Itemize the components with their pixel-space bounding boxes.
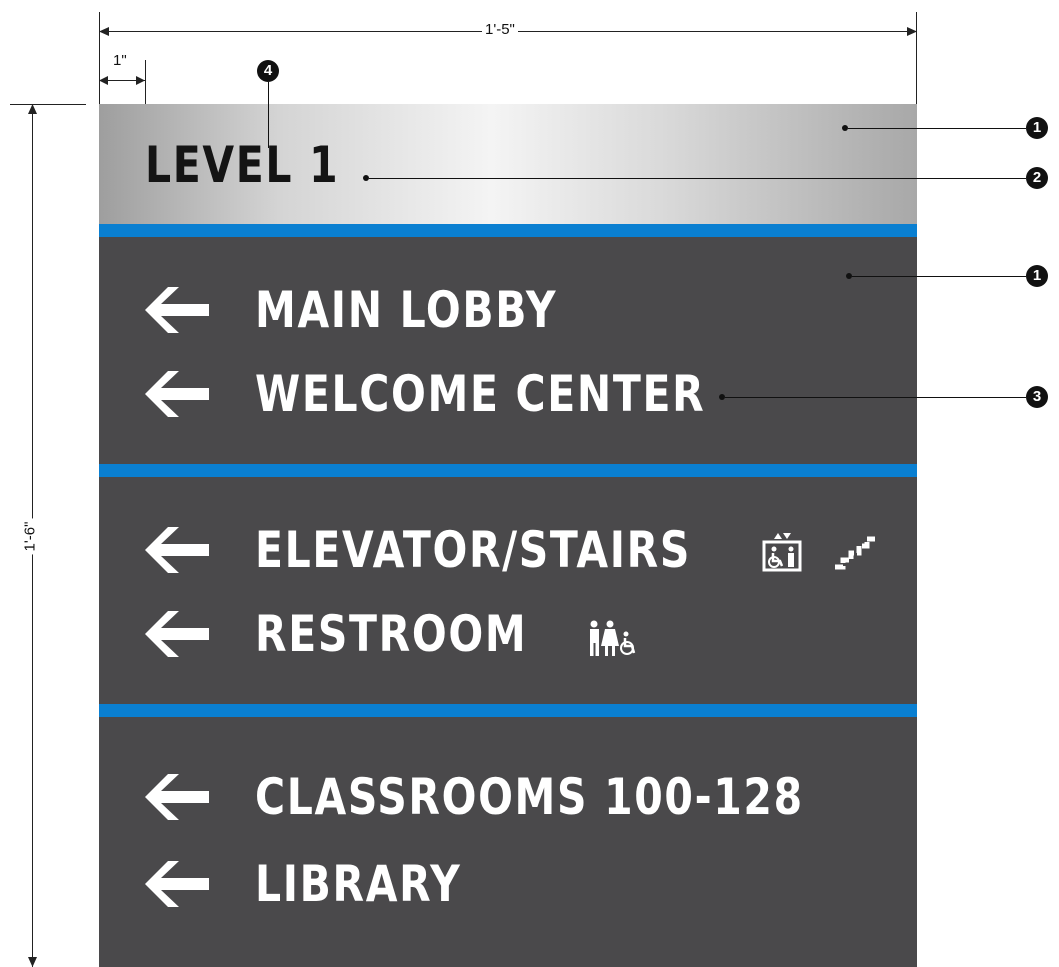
directional-sign: LEVEL 1 MAIN LOBBY WELCOME CENTER ELEVAT… <box>99 104 917 967</box>
sign-row: WELCOME CENTER <box>99 364 917 434</box>
margin-dimension-label: 1" <box>113 52 127 69</box>
callout-badge-3: 3 <box>1026 386 1048 408</box>
blue-divider-stripe <box>99 464 917 477</box>
destination-label: MAIN LOBBY <box>255 281 558 339</box>
margin-arrow-left-icon <box>99 76 108 85</box>
sign-row: CLASSROOMS 100-128 <box>99 767 917 837</box>
level-title: LEVEL 1 <box>145 136 340 194</box>
destination-label: ELEVATOR/STAIRS <box>255 521 692 579</box>
sign-row: RESTROOM <box>99 604 917 674</box>
height-dimension-label: 1'-6" <box>21 518 39 555</box>
callout-badge-4: 4 <box>257 60 279 82</box>
width-arrow-right-icon <box>907 27 917 36</box>
arrow-left-icon <box>145 611 209 657</box>
destination-label: RESTROOM <box>255 605 528 663</box>
arrow-left-icon <box>145 527 209 573</box>
width-arrow-left-icon <box>99 27 109 36</box>
accessible-elevator-icon <box>762 533 802 572</box>
callout-badge-1: 1 <box>1026 117 1048 139</box>
margin-arrow-right-icon <box>136 76 145 85</box>
arrow-left-icon <box>145 287 209 333</box>
arrow-left-icon <box>145 774 209 820</box>
width-dimension-label: 1'-5" <box>482 21 518 38</box>
stairs-icon <box>835 536 875 570</box>
arrow-left-icon <box>145 861 209 907</box>
callout-badge-1: 1 <box>1026 265 1048 287</box>
callout-leader-line <box>369 178 1026 179</box>
callout-leader-line <box>268 82 269 148</box>
sign-row: ELEVATOR/STAIRS <box>99 520 917 590</box>
restroom-icon <box>590 620 636 656</box>
callout-leader-line <box>848 128 1026 129</box>
sign-row: MAIN LOBBY <box>99 280 917 350</box>
callout-badge-2: 2 <box>1026 167 1048 189</box>
callout-leader-line <box>852 276 1026 277</box>
blue-divider-stripe <box>99 704 917 717</box>
sign-panel-section-3 <box>99 717 917 967</box>
height-arrow-bottom-icon <box>28 957 37 967</box>
arrow-left-icon <box>145 371 209 417</box>
height-arrow-top-icon <box>28 104 37 114</box>
destination-label: CLASSROOMS 100-128 <box>255 768 804 826</box>
callout-leader-line <box>725 397 1026 398</box>
brushed-aluminum-header: LEVEL 1 <box>99 104 917 224</box>
destination-label: WELCOME CENTER <box>255 365 706 423</box>
destination-label: LIBRARY <box>255 855 462 913</box>
height-extension-top <box>10 104 86 105</box>
blue-divider-stripe <box>99 224 917 237</box>
sign-row: LIBRARY <box>99 854 917 924</box>
width-extension-right <box>916 12 917 104</box>
